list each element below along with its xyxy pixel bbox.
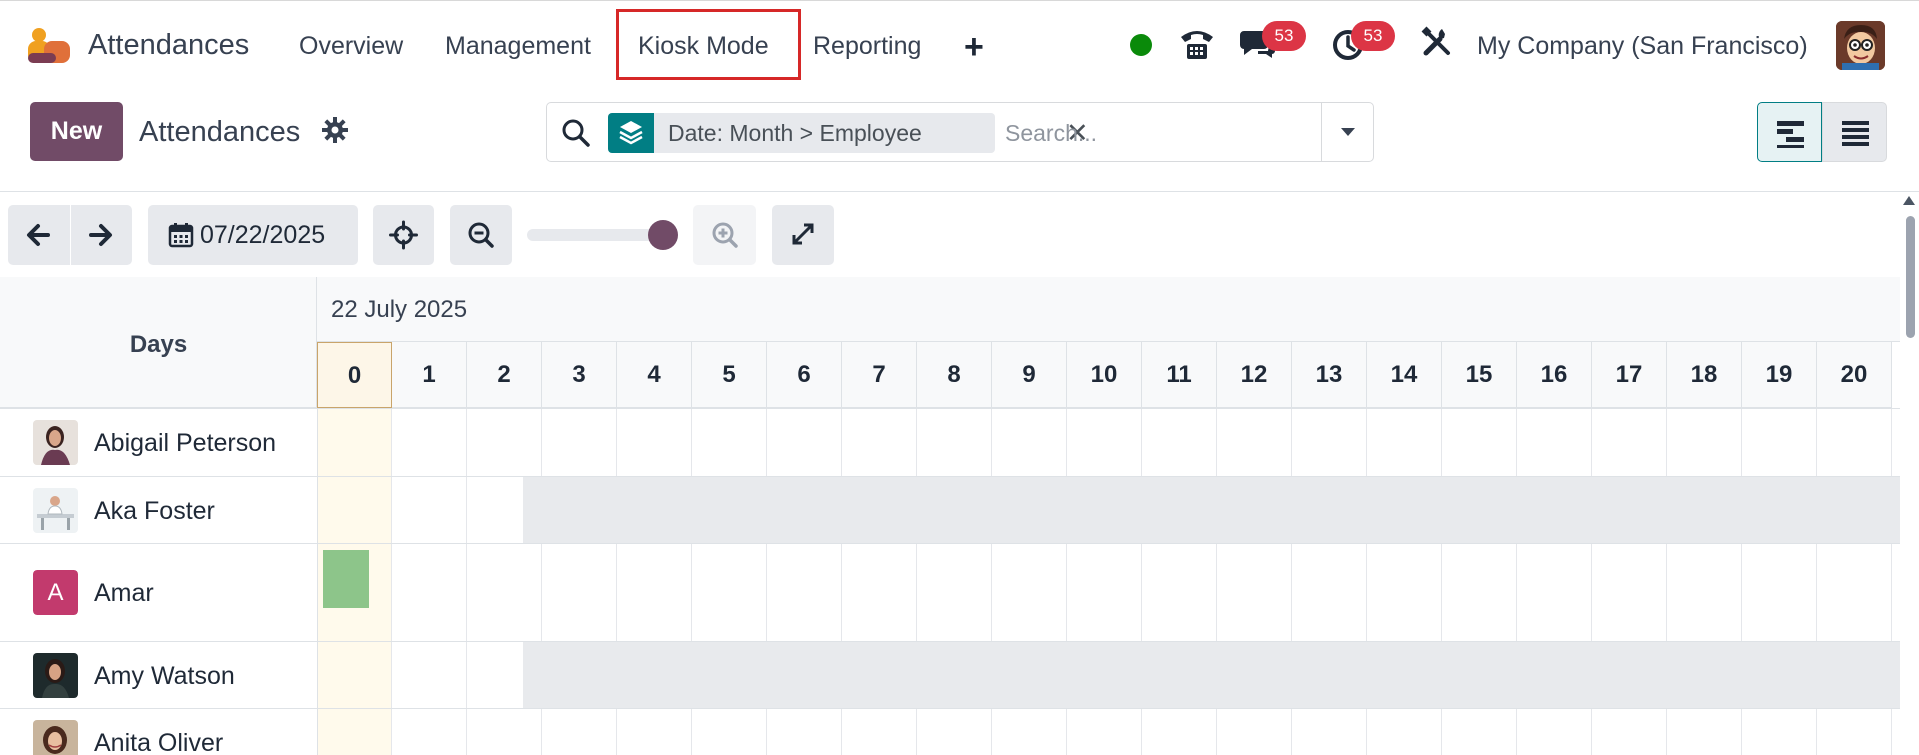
arrow-left-icon[interactable]: [8, 205, 70, 265]
focus-today-button[interactable]: [373, 205, 434, 265]
search-bar: Date: Month > Employee ✕: [546, 102, 1374, 162]
gantt-header-left: Days: [0, 277, 317, 408]
caret-down-icon: [1341, 128, 1355, 136]
unavailable-period: [523, 642, 1900, 708]
menu-management[interactable]: Management: [445, 32, 591, 61]
search-options-toggle[interactable]: [1321, 103, 1373, 161]
app-name[interactable]: Attendances: [88, 29, 249, 62]
gantt-view-button[interactable]: [1757, 102, 1822, 162]
hour-header-13: 13: [1292, 342, 1367, 408]
hour-header-18: 18: [1667, 342, 1742, 408]
date-picker-button[interactable]: 07/22/2025: [148, 205, 358, 265]
unavailable-period: [523, 477, 1900, 543]
scale-slider-track[interactable]: [527, 229, 667, 241]
row-divider: [0, 476, 1900, 477]
row-divider: [0, 408, 1900, 409]
groupby-layers-icon: [608, 113, 654, 153]
employee-avatar: [33, 488, 78, 533]
hour-header-15: 15: [1442, 342, 1517, 408]
employee-name: Amar: [94, 579, 154, 607]
activities-badge: 53: [1351, 21, 1395, 51]
employee-name: Abigail Peterson: [94, 429, 277, 457]
gantt-grid: Days 22 July 2025 0 1 2 3 4 5 6 7 8 9 10 11 12 13 14 15…: [0, 277, 1900, 755]
hour-header-20: 20: [1817, 342, 1892, 408]
menu-kiosk-mode[interactable]: Kiosk Mode: [638, 32, 769, 61]
row-divider: [0, 641, 1900, 642]
employee-name: Anita Oliver: [94, 729, 224, 755]
row-header-border: [317, 408, 318, 755]
hour-header-8: 8: [917, 342, 992, 408]
gantt-date-header: 22 July 2025: [317, 277, 1900, 342]
hour-header-0: 0: [317, 342, 392, 408]
employee-avatar: [33, 720, 78, 755]
hour-header-14: 14: [1367, 342, 1442, 408]
menu-overview[interactable]: Overview: [299, 32, 403, 61]
employee-avatar: [33, 653, 78, 698]
add-menu-button[interactable]: +: [964, 28, 984, 67]
hour-header-1: 1: [392, 342, 467, 408]
list-view-button[interactable]: [1822, 102, 1887, 162]
hour-header-17: 17: [1592, 342, 1667, 408]
hour-header-2: 2: [467, 342, 542, 408]
gantt-view-icon: [1777, 121, 1804, 148]
phone-icon[interactable]: [1178, 25, 1216, 61]
hour-header-12: 12: [1217, 342, 1292, 408]
company-switcher[interactable]: My Company (San Francisco): [1477, 32, 1808, 61]
prev-next-group: [8, 205, 132, 265]
hour-header-4: 4: [617, 342, 692, 408]
attendance-record[interactable]: [323, 550, 369, 608]
expand-button[interactable]: [772, 205, 834, 265]
zoom-out-icon: [468, 222, 494, 248]
column-line: [466, 408, 467, 755]
hour-header-19: 19: [1742, 342, 1817, 408]
row-divider: [0, 543, 1900, 544]
gear-icon[interactable]: [322, 117, 348, 143]
expand-icon: [792, 223, 814, 245]
arrow-right-icon[interactable]: [70, 205, 132, 265]
days-header: Days: [129, 331, 188, 358]
employee-name: Aka Foster: [94, 497, 215, 525]
search-input[interactable]: [1005, 115, 1305, 151]
employee-avatar: A: [33, 570, 78, 615]
zoom-out-button[interactable]: [450, 205, 512, 265]
search-icon[interactable]: [561, 118, 591, 148]
user-avatar[interactable]: [1836, 21, 1885, 70]
presence-status-dot: [1130, 34, 1152, 56]
current-date: 07/22/2025: [200, 221, 326, 249]
hour-header-7: 7: [842, 342, 917, 408]
debug-tools-icon[interactable]: [1420, 25, 1454, 59]
attendances-app-icon[interactable]: [28, 27, 70, 63]
new-button[interactable]: New: [30, 102, 123, 161]
column-line: [391, 408, 392, 755]
hour-header-16: 16: [1517, 342, 1592, 408]
hour-header-9: 9: [992, 342, 1067, 408]
hour-header-5: 5: [692, 342, 767, 408]
hour-header-11: 11: [1142, 342, 1217, 408]
menu-reporting[interactable]: Reporting: [813, 32, 921, 61]
groupby-facet: Date: Month > Employee ✕: [654, 113, 1089, 153]
scale-slider-thumb[interactable]: [648, 220, 678, 250]
list-view-icon: [1842, 121, 1869, 146]
top-navbar: Attendances Overview Management Kiosk Mo…: [0, 0, 1919, 89]
vertical-scrollbar[interactable]: [1906, 216, 1915, 338]
employee-avatar: [33, 420, 78, 465]
facet-label: Date: Month > Employee: [668, 120, 922, 146]
panel-divider: [0, 191, 1919, 192]
page-title[interactable]: Attendances: [139, 116, 300, 149]
calendar-icon: [168, 223, 194, 248]
employee-name: Amy Watson: [94, 662, 235, 690]
zoom-in-button[interactable]: [693, 205, 756, 265]
row-divider: [0, 708, 1900, 709]
crosshairs-icon: [389, 220, 418, 250]
scroll-up-arrow[interactable]: [1903, 196, 1915, 205]
hour-header-10: 10: [1067, 342, 1142, 408]
hour-header-6: 6: [767, 342, 842, 408]
zoom-in-icon: [712, 222, 738, 248]
messages-badge: 53: [1262, 21, 1306, 51]
date-header-label: 22 July 2025: [331, 296, 468, 323]
hour-header-3: 3: [542, 342, 617, 408]
avatar-letter: A: [33, 570, 78, 615]
